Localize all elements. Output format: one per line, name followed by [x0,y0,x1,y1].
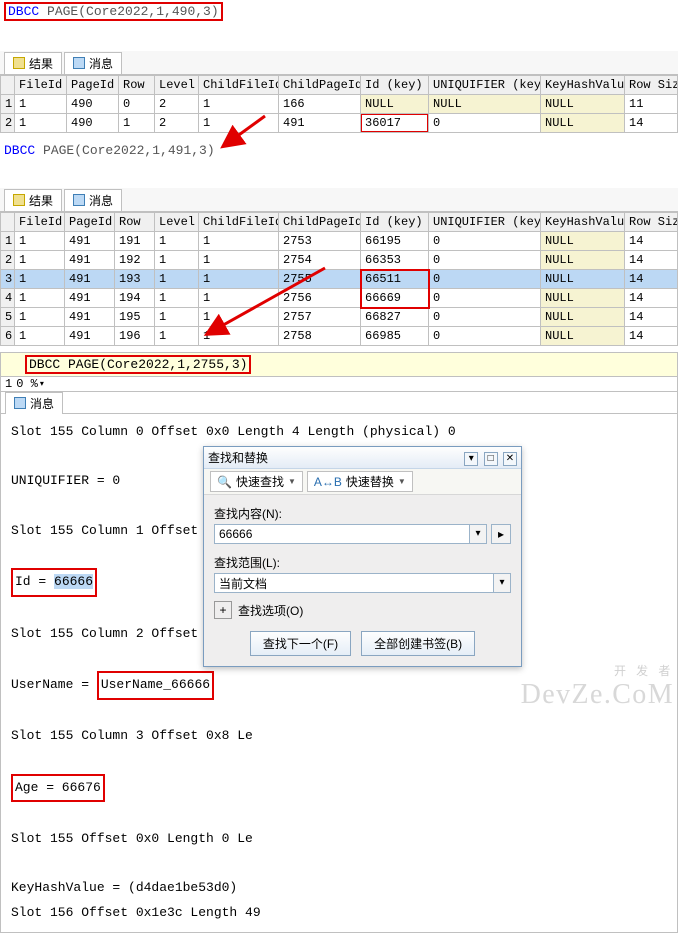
maximize-icon[interactable]: □ [484,452,498,466]
table-row[interactable]: 41491194112756666690NULL14 [1,289,678,308]
binoculars-icon: 🔍 [217,475,232,489]
replace-icon: A↔B [314,475,342,489]
grid-icon [13,57,25,69]
message-icon [73,194,85,206]
table-row[interactable]: 11490021166NULLNULLNULL11 [1,95,678,114]
find-replace-dialog[interactable]: 查找和替换 ▾ □ ✕ 🔍 快速查找▼ A↔B 快速替换▼ 查找内容(N): ▾… [203,446,522,667]
table-row[interactable]: 21490121491360170NULL14 [1,114,678,133]
table-row[interactable]: 31491193112755665110NULL14 [1,270,678,289]
dbcc-query-2: DBCC PAGE(Core2022,1,491,3) [4,143,215,158]
find-content-label: 查找内容(N): [214,505,511,522]
grid-icon [13,194,25,206]
scope-label: 查找范围(L): [214,554,511,571]
find-input[interactable] [215,525,469,543]
dialog-titlebar[interactable]: 查找和替换 ▾ □ ✕ [204,447,521,469]
zoom-indicator[interactable]: 1 0 % ▾ [1,377,677,391]
dbcc-query-1: DBCC PAGE(Core2022,1,490,3) [4,2,223,21]
quick-replace-button[interactable]: A↔B 快速替换▼ [307,471,413,492]
dropdown-icon[interactable]: ▾ [464,452,478,466]
find-options-label: 查找选项(O) [238,602,303,619]
results-table-2[interactable]: FileIdPageIdRowLevelChildFileIdChildPage… [0,212,678,346]
message-icon [73,57,85,69]
table-row[interactable]: 51491195112757668270NULL14 [1,308,678,327]
tab-messages-2[interactable]: 消息 [64,189,122,211]
table-row[interactable]: 21491192112754663530NULL14 [1,251,678,270]
tab-messages-3[interactable]: 消息 [5,392,63,414]
table-row[interactable]: 11491191112753661950NULL14 [1,232,678,251]
tab-results-2[interactable]: 结果 [4,189,62,211]
header-row: FileIdPageIdRowLevelChildFileIdChildPage… [1,76,678,95]
table-row[interactable]: 61491196112758669850NULL14 [1,327,678,346]
header-row: FileIdPageIdRowLevelChildFileIdChildPage… [1,213,678,232]
find-next-button[interactable]: 查找下一个(F) [250,631,351,656]
tab-messages-1[interactable]: 消息 [64,52,122,74]
message-icon [14,397,26,409]
tabrow-1: 结果 消息 [0,51,678,75]
dbcc-query-3: DBCC PAGE(Core2022,1,2755,3) [25,355,251,374]
dialog-title: 查找和替换 [208,449,268,466]
find-expand-button[interactable]: ▸ [491,524,511,544]
scope-input[interactable] [215,574,493,592]
bookmark-all-button[interactable]: 全部创建书签(B) [361,631,475,656]
results-table-1[interactable]: FileIdPageIdRowLevelChildFileIdChildPage… [0,75,678,133]
tabrow-3: 消息 [1,392,677,414]
close-icon[interactable]: ✕ [503,452,517,466]
expand-options-button[interactable]: + [214,601,232,619]
quick-find-button[interactable]: 🔍 快速查找▼ [210,471,303,492]
tab-results-1[interactable]: 结果 [4,52,62,74]
tabrow-2: 结果 消息 [0,188,678,212]
scope-dropdown[interactable]: ▾ [493,574,510,592]
find-input-dropdown[interactable]: ▾ [469,525,486,543]
